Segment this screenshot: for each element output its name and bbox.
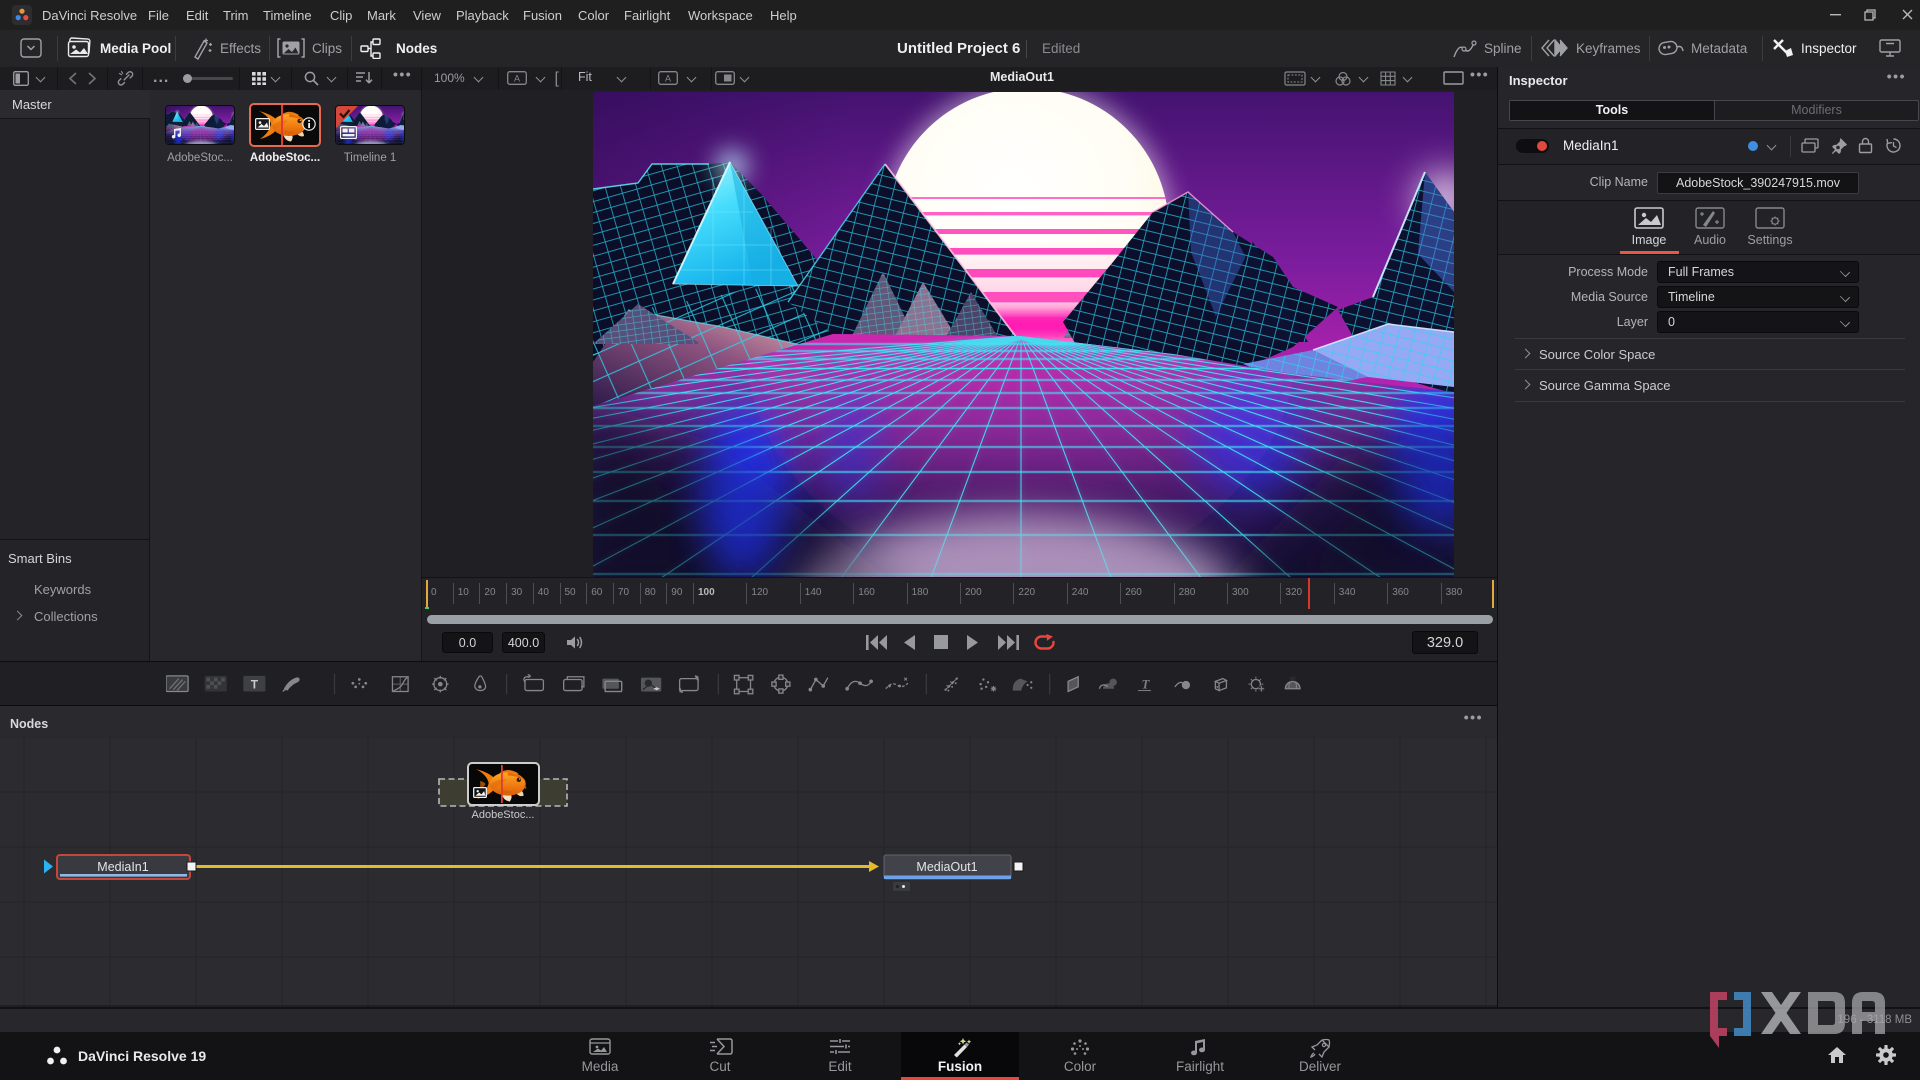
svg-text:T: T xyxy=(1141,678,1150,692)
svg-text:MediaOut1: MediaOut1 xyxy=(916,860,977,874)
svg-text:A: A xyxy=(514,74,520,84)
svg-text:A: A xyxy=(665,74,671,84)
svg-text:T: T xyxy=(251,678,259,692)
svg-text:MediaIn1: MediaIn1 xyxy=(97,860,148,874)
svg-text:AdobeStoc...: AdobeStoc... xyxy=(472,809,535,821)
